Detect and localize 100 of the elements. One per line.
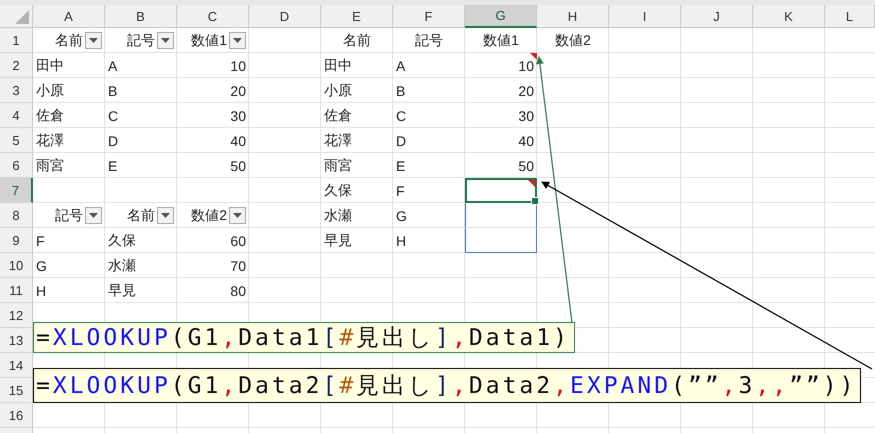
cell-value: C <box>108 108 120 124</box>
column-heading: 名前 <box>54 32 83 50</box>
cell-value: E <box>108 158 118 174</box>
row-header[interactable]: 1 <box>0 28 33 53</box>
filter-button[interactable] <box>157 32 174 49</box>
cell-value: A <box>396 58 406 74</box>
filter-button[interactable] <box>157 207 174 224</box>
column-heading: 数値2 <box>190 206 227 224</box>
cell-value: H <box>36 282 48 298</box>
cell-value: 10 <box>517 58 534 74</box>
row-header[interactable]: 12 <box>0 303 33 328</box>
cell-value: 久保 <box>108 232 137 250</box>
column-heading: 名前 <box>126 206 155 224</box>
cell-value: 小原 <box>36 82 65 100</box>
cell-value: 花澤 <box>36 132 65 150</box>
cell-value: 10 <box>229 58 246 74</box>
caret-icon <box>233 213 242 218</box>
filter-button[interactable] <box>229 207 246 224</box>
cell-value: 30 <box>229 108 246 124</box>
caret-icon <box>89 213 98 218</box>
cell-value: 水瀬 <box>108 256 137 274</box>
caret-icon <box>233 38 242 43</box>
column-header[interactable]: A <box>33 5 105 28</box>
column-heading: 名前 <box>342 32 372 50</box>
row-header[interactable]: 8 <box>0 203 33 228</box>
column-header[interactable]: E <box>321 5 393 28</box>
column-header[interactable]: K <box>753 5 825 28</box>
column-header[interactable]: C <box>177 5 249 28</box>
cell-value: F <box>396 182 406 198</box>
cell-value: 20 <box>517 82 534 98</box>
column-heading: 数値1 <box>190 32 227 50</box>
active-cell[interactable] <box>465 178 537 203</box>
cell-value: 佐倉 <box>36 106 65 124</box>
cell-value: H <box>396 232 408 248</box>
cell-value: B <box>108 82 118 98</box>
row-header[interactable]: 3 <box>0 78 33 103</box>
cell-value: 70 <box>229 258 246 274</box>
caret-icon <box>161 38 170 43</box>
cell-value: 田中 <box>36 56 65 74</box>
cell-value: 40 <box>517 132 534 148</box>
cell-value: 水瀬 <box>324 206 353 224</box>
cell-value: 雨宮 <box>36 156 65 174</box>
filter-button[interactable] <box>229 32 246 49</box>
row-header[interactable]: 7 <box>0 178 33 203</box>
row-header[interactable]: 11 <box>0 278 33 303</box>
cell-value: 早見 <box>324 232 353 250</box>
cell-value: 30 <box>517 108 534 124</box>
row-header[interactable]: 15 <box>0 378 33 403</box>
row-header[interactable]: 2 <box>0 53 33 78</box>
cell-value: 雨宮 <box>324 156 353 174</box>
cell-value: 小原 <box>324 82 353 100</box>
cell-value: 田中 <box>324 56 353 74</box>
column-heading: 数値1 <box>482 32 520 50</box>
cell-value: 50 <box>229 158 246 174</box>
cell-value: 60 <box>229 232 246 248</box>
cell-value: 花澤 <box>324 132 353 150</box>
cell-value: 20 <box>229 82 246 98</box>
filter-button[interactable] <box>85 32 102 49</box>
cell-value: G <box>36 258 48 274</box>
corner-triangle-icon <box>15 10 29 24</box>
cell-value: A <box>108 58 118 74</box>
cell-value: 40 <box>229 132 246 148</box>
column-header[interactable]: F <box>393 5 465 28</box>
column-header[interactable]: I <box>609 5 681 28</box>
formula-callout: =XLOOKUP(G1,Data1[#見出し],Data1) <box>33 322 575 353</box>
filter-button[interactable] <box>85 207 102 224</box>
column-heading: 記号 <box>414 32 444 50</box>
caret-icon <box>89 38 98 43</box>
column-header[interactable]: J <box>681 5 753 28</box>
row-header[interactable]: 6 <box>0 153 33 178</box>
cell-value: E <box>396 158 406 174</box>
column-header[interactable]: D <box>249 5 321 28</box>
column-heading: 記号 <box>126 32 155 50</box>
column-heading: 記号 <box>54 206 83 224</box>
row-header[interactable]: 16 <box>0 403 33 428</box>
cell-value: D <box>396 132 408 148</box>
row-header[interactable]: 14 <box>0 353 33 378</box>
row-header[interactable]: 4 <box>0 103 33 128</box>
cell-value: 早見 <box>108 282 137 300</box>
column-header[interactable]: B <box>105 5 177 28</box>
formula-callout: =XLOOKUP(G1,Data2[#見出し],Data2,EXPAND(””,3,,””)) <box>33 368 862 403</box>
column-heading: 数値2 <box>554 32 592 50</box>
cell-value: 久保 <box>324 182 353 200</box>
cell-value: 佐倉 <box>324 106 353 124</box>
cell-value: F <box>36 232 46 248</box>
row-header[interactable]: 10 <box>0 253 33 278</box>
column-header[interactable]: H <box>537 5 609 28</box>
row-header[interactable]: 13 <box>0 328 33 353</box>
cell-value: D <box>108 132 120 148</box>
cell-value: G <box>396 208 408 224</box>
caret-icon <box>161 213 170 218</box>
fill-handle[interactable] <box>531 197 539 205</box>
column-header[interactable]: G <box>465 5 537 28</box>
row-header[interactable]: 5 <box>0 128 33 153</box>
cell-value: 80 <box>229 282 246 298</box>
column-header[interactable]: L <box>825 5 875 28</box>
row-header[interactable]: 9 <box>0 228 33 253</box>
cell-value: B <box>396 82 406 98</box>
cell-value: C <box>396 108 408 124</box>
cell-value: 50 <box>517 158 534 174</box>
